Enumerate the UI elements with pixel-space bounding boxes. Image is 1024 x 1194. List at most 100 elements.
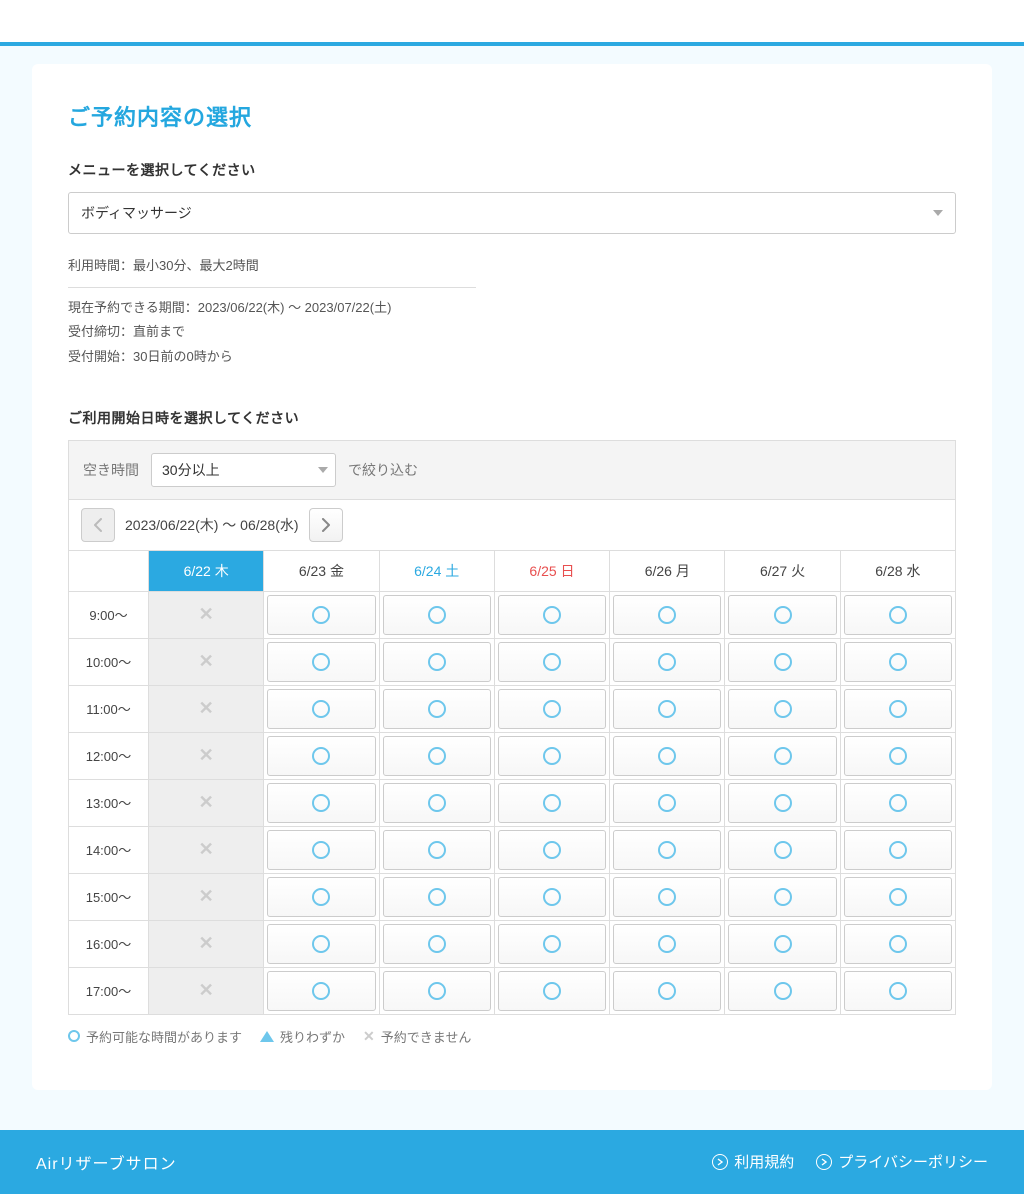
slot-available-button[interactable] bbox=[267, 877, 375, 917]
calendar-cell[interactable] bbox=[840, 826, 955, 873]
calendar-cell[interactable] bbox=[264, 732, 379, 779]
slot-available-button[interactable] bbox=[498, 830, 606, 870]
slot-available-button[interactable] bbox=[498, 971, 606, 1011]
calendar-cell[interactable] bbox=[610, 685, 725, 732]
slot-available-button[interactable] bbox=[267, 830, 375, 870]
calendar-cell[interactable] bbox=[725, 591, 840, 638]
calendar-cell[interactable] bbox=[840, 779, 955, 826]
slot-available-button[interactable] bbox=[844, 924, 952, 964]
slot-available-button[interactable] bbox=[613, 689, 721, 729]
calendar-cell[interactable] bbox=[610, 920, 725, 967]
slot-available-button[interactable] bbox=[498, 783, 606, 823]
slot-available-button[interactable] bbox=[267, 783, 375, 823]
slot-available-button[interactable] bbox=[844, 877, 952, 917]
calendar-cell[interactable] bbox=[264, 685, 379, 732]
calendar-cell[interactable] bbox=[494, 591, 609, 638]
slot-available-button[interactable] bbox=[844, 830, 952, 870]
calendar-cell[interactable] bbox=[610, 732, 725, 779]
calendar-cell[interactable] bbox=[379, 967, 494, 1014]
calendar-cell[interactable] bbox=[840, 732, 955, 779]
calendar-cell[interactable] bbox=[264, 920, 379, 967]
slot-available-button[interactable] bbox=[844, 595, 952, 635]
calendar-cell[interactable] bbox=[264, 591, 379, 638]
duration-filter-select[interactable]: 30分以上 bbox=[151, 453, 336, 487]
calendar-cell[interactable] bbox=[610, 638, 725, 685]
slot-available-button[interactable] bbox=[613, 783, 721, 823]
slot-available-button[interactable] bbox=[844, 971, 952, 1011]
terms-link[interactable]: 利用規約 bbox=[712, 1151, 794, 1172]
calendar-cell[interactable] bbox=[379, 873, 494, 920]
slot-available-button[interactable] bbox=[613, 736, 721, 776]
next-week-button[interactable] bbox=[309, 508, 343, 542]
calendar-cell[interactable] bbox=[494, 873, 609, 920]
slot-available-button[interactable] bbox=[728, 595, 836, 635]
privacy-link[interactable]: プライバシーポリシー bbox=[816, 1151, 988, 1172]
calendar-cell[interactable] bbox=[725, 967, 840, 1014]
slot-available-button[interactable] bbox=[728, 689, 836, 729]
slot-available-button[interactable] bbox=[844, 689, 952, 729]
calendar-cell[interactable] bbox=[840, 920, 955, 967]
calendar-cell[interactable] bbox=[494, 920, 609, 967]
calendar-cell[interactable] bbox=[264, 779, 379, 826]
calendar-cell[interactable] bbox=[610, 591, 725, 638]
slot-available-button[interactable] bbox=[613, 971, 721, 1011]
slot-available-button[interactable] bbox=[267, 736, 375, 776]
slot-available-button[interactable] bbox=[728, 877, 836, 917]
slot-available-button[interactable] bbox=[728, 830, 836, 870]
prev-week-button[interactable] bbox=[81, 508, 115, 542]
slot-available-button[interactable] bbox=[498, 736, 606, 776]
calendar-cell[interactable] bbox=[494, 732, 609, 779]
calendar-cell[interactable] bbox=[840, 685, 955, 732]
slot-available-button[interactable] bbox=[498, 595, 606, 635]
calendar-cell[interactable] bbox=[379, 826, 494, 873]
calendar-cell[interactable] bbox=[494, 685, 609, 732]
calendar-cell[interactable] bbox=[840, 967, 955, 1014]
slot-available-button[interactable] bbox=[844, 736, 952, 776]
slot-available-button[interactable] bbox=[383, 689, 491, 729]
calendar-cell[interactable] bbox=[840, 638, 955, 685]
slot-available-button[interactable] bbox=[383, 924, 491, 964]
calendar-cell[interactable] bbox=[725, 638, 840, 685]
slot-available-button[interactable] bbox=[498, 689, 606, 729]
calendar-cell[interactable] bbox=[725, 826, 840, 873]
calendar-cell[interactable] bbox=[379, 779, 494, 826]
slot-available-button[interactable] bbox=[728, 971, 836, 1011]
slot-available-button[interactable] bbox=[613, 924, 721, 964]
slot-available-button[interactable] bbox=[728, 783, 836, 823]
calendar-cell[interactable] bbox=[264, 638, 379, 685]
slot-available-button[interactable] bbox=[613, 877, 721, 917]
slot-available-button[interactable] bbox=[383, 830, 491, 870]
calendar-cell[interactable] bbox=[264, 826, 379, 873]
slot-available-button[interactable] bbox=[383, 971, 491, 1011]
slot-available-button[interactable] bbox=[267, 924, 375, 964]
menu-select[interactable]: ボディマッサージ bbox=[68, 192, 956, 234]
slot-available-button[interactable] bbox=[383, 736, 491, 776]
calendar-cell[interactable] bbox=[264, 873, 379, 920]
slot-available-button[interactable] bbox=[383, 595, 491, 635]
calendar-cell[interactable] bbox=[379, 920, 494, 967]
calendar-cell[interactable] bbox=[725, 920, 840, 967]
slot-available-button[interactable] bbox=[383, 642, 491, 682]
calendar-cell[interactable] bbox=[494, 826, 609, 873]
calendar-cell[interactable] bbox=[840, 591, 955, 638]
slot-available-button[interactable] bbox=[267, 642, 375, 682]
slot-available-button[interactable] bbox=[383, 877, 491, 917]
calendar-cell[interactable] bbox=[379, 638, 494, 685]
slot-available-button[interactable] bbox=[267, 595, 375, 635]
slot-available-button[interactable] bbox=[383, 783, 491, 823]
calendar-cell[interactable] bbox=[610, 826, 725, 873]
calendar-cell[interactable] bbox=[494, 779, 609, 826]
calendar-cell[interactable] bbox=[610, 967, 725, 1014]
slot-available-button[interactable] bbox=[267, 689, 375, 729]
slot-available-button[interactable] bbox=[728, 736, 836, 776]
calendar-cell[interactable] bbox=[379, 591, 494, 638]
slot-available-button[interactable] bbox=[613, 830, 721, 870]
calendar-cell[interactable] bbox=[725, 873, 840, 920]
calendar-cell[interactable] bbox=[379, 685, 494, 732]
calendar-cell[interactable] bbox=[840, 873, 955, 920]
calendar-cell[interactable] bbox=[725, 685, 840, 732]
slot-available-button[interactable] bbox=[844, 783, 952, 823]
slot-available-button[interactable] bbox=[267, 971, 375, 1011]
slot-available-button[interactable] bbox=[498, 877, 606, 917]
slot-available-button[interactable] bbox=[728, 924, 836, 964]
